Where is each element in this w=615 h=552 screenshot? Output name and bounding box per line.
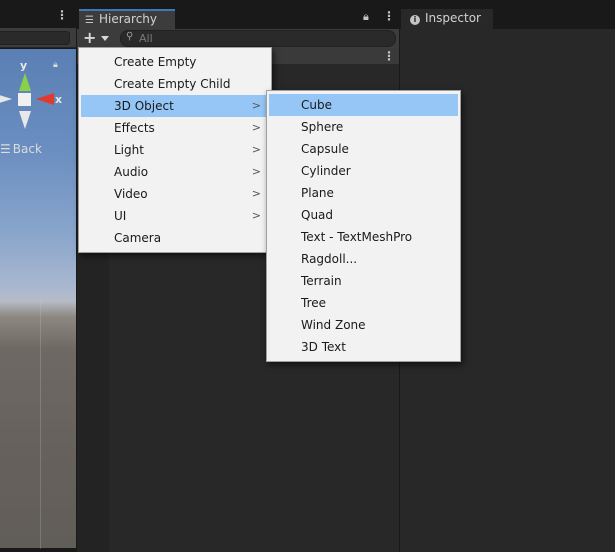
submenu-item-wind-zone[interactable]: Wind Zone: [269, 314, 458, 336]
menu-item-label: Cube: [301, 98, 332, 112]
submenu-item-cylinder[interactable]: Cylinder: [269, 160, 458, 182]
submenu-item-ragdoll[interactable]: Ragdoll...: [269, 248, 458, 270]
scene-search-field[interactable]: [0, 31, 70, 45]
chevron-down-icon[interactable]: [101, 36, 109, 41]
submenu-item-quad[interactable]: Quad: [269, 204, 458, 226]
menu-item-label: Text - TextMeshPro: [301, 230, 413, 244]
menu-item-audio[interactable]: Audio >: [81, 161, 269, 183]
tab-inspector[interactable]: i Inspector: [401, 9, 493, 29]
3d-object-submenu: Cube Sphere Capsule Cylinder Plane Quad …: [266, 90, 461, 362]
gizmo-neg-x-axis-icon[interactable]: [0, 94, 12, 104]
lock-icon[interactable]: 🔒︎: [363, 10, 369, 24]
menu-item-label: Wind Zone: [301, 318, 366, 332]
menu-lines-icon: ☰: [0, 142, 11, 156]
add-button[interactable]: +: [83, 30, 96, 46]
scene-row-more-icon[interactable]: ⋮: [383, 49, 395, 63]
chevron-right-icon: >: [251, 165, 261, 178]
menu-item-label: Cylinder: [301, 164, 351, 178]
menu-item-label: 3D Text: [301, 340, 346, 354]
search-icon: ⚲: [126, 31, 134, 42]
tab-inspector-label: Inspector: [425, 11, 481, 25]
grid-line: [40, 299, 41, 549]
chevron-right-icon: >: [251, 99, 261, 112]
scene-orientation-gizmo[interactable]: y x: [0, 56, 76, 136]
menu-item-label: Light: [114, 143, 144, 157]
menu-item-label: Plane: [301, 186, 334, 200]
scene-tab-bar: ⋮: [0, 0, 76, 28]
menu-item-label: Terrain: [301, 274, 342, 288]
menu-item-ui[interactable]: UI >: [81, 205, 269, 227]
hierarchy-more-icon[interactable]: ⋮: [383, 9, 395, 23]
menu-item-create-empty-child[interactable]: Create Empty Child: [81, 73, 269, 95]
menu-item-label: Effects: [114, 121, 155, 135]
menu-item-label: Ragdoll...: [301, 252, 358, 266]
submenu-item-capsule[interactable]: Capsule: [269, 138, 458, 160]
chevron-right-icon: >: [251, 143, 261, 156]
menu-item-label: Camera: [114, 231, 162, 245]
menu-item-label: Quad: [301, 208, 334, 222]
menu-item-label: UI: [114, 209, 127, 223]
menu-item-label: Video: [114, 187, 148, 201]
menu-item-label: Sphere: [301, 120, 344, 134]
gizmo-neg-y-axis-icon[interactable]: [19, 111, 31, 129]
menu-item-label: Audio: [114, 165, 149, 179]
submenu-item-text-textmeshpro[interactable]: Text - TextMeshPro: [269, 226, 458, 248]
view-back-label[interactable]: ☰ Back: [0, 142, 42, 156]
menu-item-label: 3D Object: [114, 99, 174, 113]
gizmo-x-axis-icon[interactable]: [36, 93, 54, 105]
inspector-tab-bar: i Inspector: [400, 0, 615, 29]
menu-item-label: Tree: [301, 296, 327, 310]
create-context-menu: Create Empty Create Empty Child 3D Objec…: [78, 47, 272, 253]
gizmo-y-label: y: [20, 59, 28, 72]
chevron-right-icon: >: [251, 187, 261, 200]
menu-item-light[interactable]: Light >: [81, 139, 269, 161]
menu-item-create-empty[interactable]: Create Empty: [81, 51, 269, 73]
menu-item-label: Capsule: [301, 142, 349, 156]
list-icon: ☰: [85, 15, 94, 26]
back-text: Back: [12, 142, 42, 156]
gizmo-lock-icon[interactable]: 🔒︎: [53, 60, 58, 70]
scene-more-icon[interactable]: ⋮: [56, 9, 68, 21]
gizmo-x-label: x: [55, 93, 63, 106]
scene-toolbar: [0, 28, 76, 48]
scene-view-panel: ⋮ y x 🔒︎ ☰ Back: [0, 0, 76, 552]
chevron-right-icon: >: [251, 121, 261, 134]
menu-item-video[interactable]: Video >: [81, 183, 269, 205]
tab-hierarchy-label: Hierarchy: [99, 12, 158, 26]
menu-item-label: Create Empty Child: [114, 77, 231, 91]
chevron-right-icon: >: [251, 209, 261, 222]
submenu-item-plane[interactable]: Plane: [269, 182, 458, 204]
hierarchy-toolbar: + ⚲ All: [77, 29, 400, 48]
gizmo-y-axis-icon[interactable]: [19, 73, 31, 91]
hierarchy-tab-bar: ☰ Hierarchy 🔒︎ ⋮: [77, 0, 400, 29]
search-placeholder: All: [139, 32, 153, 45]
menu-item-label: Create Empty: [114, 55, 197, 69]
submenu-item-3d-text[interactable]: 3D Text: [269, 336, 458, 358]
info-icon: i: [410, 15, 420, 25]
submenu-item-terrain[interactable]: Terrain: [269, 270, 458, 292]
gizmo-center-cube-icon[interactable]: [18, 93, 31, 106]
hierarchy-search-input[interactable]: ⚲ All: [120, 30, 396, 47]
submenu-item-sphere[interactable]: Sphere: [269, 116, 458, 138]
menu-item-camera[interactable]: Camera: [81, 227, 269, 249]
submenu-item-tree[interactable]: Tree: [269, 292, 458, 314]
submenu-item-cube[interactable]: Cube: [269, 94, 458, 116]
tab-hierarchy[interactable]: ☰ Hierarchy: [79, 9, 175, 29]
menu-item-3d-object[interactable]: 3D Object >: [81, 95, 269, 117]
menu-item-effects[interactable]: Effects >: [81, 117, 269, 139]
